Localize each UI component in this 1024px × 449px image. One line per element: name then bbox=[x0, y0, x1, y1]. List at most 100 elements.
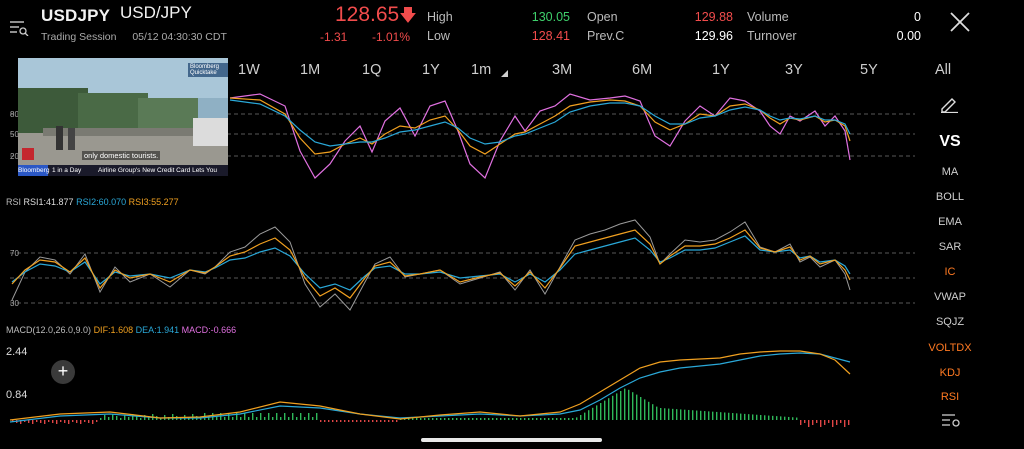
macd-bar bbox=[368, 420, 370, 422]
macd-bar bbox=[84, 420, 86, 422]
tab-1y[interactable]: 1Y bbox=[422, 62, 440, 78]
quote-label-prevc: Prev.C bbox=[587, 29, 625, 43]
macd-bar bbox=[656, 406, 658, 420]
macd-bar bbox=[836, 420, 838, 425]
macd-bar bbox=[828, 420, 830, 423]
macd-bar bbox=[428, 418, 430, 420]
macd-bar bbox=[80, 420, 82, 424]
macd-bar bbox=[664, 408, 666, 420]
macd-bar bbox=[628, 389, 630, 420]
quote-label-turnover: Turnover bbox=[747, 29, 797, 43]
macd-dea: DEA:1.941 bbox=[135, 325, 180, 335]
rsi-title: RSI bbox=[6, 197, 22, 207]
tab-6m[interactable]: 6M bbox=[632, 62, 652, 78]
macd-bar bbox=[444, 418, 446, 420]
indicator-ic[interactable]: IC bbox=[922, 266, 978, 278]
macd-bar bbox=[728, 412, 730, 420]
macd-bar bbox=[812, 420, 814, 425]
macd-bar bbox=[692, 410, 694, 420]
macd-bar bbox=[116, 416, 118, 420]
macd-bar bbox=[416, 418, 418, 420]
rsi1-line bbox=[11, 219, 851, 311]
macd-bar bbox=[376, 420, 378, 422]
settings-list-icon[interactable] bbox=[941, 413, 961, 429]
video-ticker-bar: Bloomberg 1 in a Day Airline Group's New… bbox=[18, 165, 228, 176]
macd-bar bbox=[748, 414, 750, 420]
video-ticker-1: 1 in a Day bbox=[52, 167, 82, 174]
macd-bar bbox=[232, 417, 234, 420]
indicator-ma[interactable]: MA bbox=[922, 166, 978, 178]
macd-bar bbox=[248, 417, 250, 420]
video-logo: Bloomberg Quicktake bbox=[188, 63, 228, 77]
macd-bar bbox=[268, 413, 270, 420]
macd-bar bbox=[288, 417, 290, 420]
macd-bar bbox=[472, 418, 474, 420]
macd-bar bbox=[128, 417, 130, 420]
add-indicator-button[interactable]: + bbox=[51, 360, 75, 384]
macd-bar bbox=[492, 418, 494, 420]
indicator-rsi[interactable]: RSI bbox=[922, 391, 978, 403]
macd-bar bbox=[68, 420, 70, 424]
macd-bar bbox=[436, 418, 438, 420]
tab-1y-long[interactable]: 1Y bbox=[712, 62, 730, 78]
macd-bar bbox=[652, 404, 654, 420]
trading-session: Trading Session 05/12 04:30:30 CDT bbox=[41, 31, 227, 43]
symbol-pair: USD/JPY bbox=[120, 3, 192, 22]
macd-bar bbox=[588, 410, 590, 420]
tab-3m[interactable]: 3M bbox=[552, 62, 572, 78]
macd-bar bbox=[544, 418, 546, 420]
quote-label-volume: Volume bbox=[747, 10, 789, 24]
macd-bar bbox=[104, 415, 106, 420]
indicator-voltdx[interactable]: VOLTDX bbox=[922, 342, 978, 354]
indicator-boll[interactable]: BOLL bbox=[922, 191, 978, 203]
rsi3-value: RSI3:55.277 bbox=[128, 197, 179, 207]
sort-corner-icon bbox=[501, 70, 508, 77]
video-pip[interactable]: only domestic tourists. Bloomberg Quickt… bbox=[18, 58, 228, 176]
tab-1min[interactable]: 1m bbox=[471, 62, 491, 78]
tab-all[interactable]: All bbox=[935, 62, 951, 78]
macd-bar bbox=[332, 420, 334, 422]
macd-bar bbox=[44, 420, 46, 424]
macd-bar bbox=[284, 413, 286, 420]
macd-bar bbox=[592, 407, 594, 420]
tab-5y[interactable]: 5Y bbox=[860, 62, 878, 78]
indicator-kdj[interactable]: KDJ bbox=[922, 367, 978, 379]
macd-bar bbox=[644, 399, 646, 420]
home-indicator[interactable] bbox=[421, 438, 602, 442]
macd-bar bbox=[56, 420, 58, 424]
macd-bar bbox=[768, 415, 770, 420]
macd-bar bbox=[92, 420, 94, 424]
tab-1w[interactable]: 1W bbox=[238, 62, 260, 78]
macd-bar bbox=[672, 408, 674, 420]
indicator-sqjz[interactable]: SQJZ bbox=[922, 316, 978, 328]
last-price: 128.65🡇 bbox=[335, 3, 417, 32]
tab-3y[interactable]: 3Y bbox=[785, 62, 803, 78]
macd-bar bbox=[272, 417, 274, 420]
rsi3-line bbox=[11, 229, 851, 299]
indicator-sar[interactable]: SAR bbox=[922, 241, 978, 253]
quote-value-open: 129.88 bbox=[694, 10, 733, 24]
macd-bar bbox=[448, 418, 450, 420]
rsi-tick-30: 30 bbox=[10, 299, 19, 308]
indicator-ema[interactable]: EMA bbox=[922, 216, 978, 228]
macd-bar bbox=[484, 418, 486, 420]
indicator-vwap[interactable]: VWAP bbox=[922, 291, 978, 303]
macd-bar bbox=[724, 412, 726, 420]
tab-1q[interactable]: 1Q bbox=[362, 62, 381, 78]
macd-bar bbox=[624, 388, 626, 420]
macd-bar bbox=[532, 418, 534, 420]
vs-button[interactable]: VS bbox=[922, 133, 978, 151]
close-icon[interactable] bbox=[948, 10, 972, 34]
pencil-icon[interactable] bbox=[938, 93, 960, 113]
menu-list-icon[interactable] bbox=[9, 20, 29, 36]
macd-panel[interactable] bbox=[0, 340, 920, 432]
macd-bar bbox=[496, 418, 498, 420]
macd-bar bbox=[560, 418, 562, 420]
tab-1m[interactable]: 1M bbox=[300, 62, 320, 78]
rsi2-value: RSI2:60.070 bbox=[76, 197, 127, 207]
rsi-panel[interactable]: 70 30 bbox=[0, 212, 920, 312]
macd-bar bbox=[832, 420, 834, 427]
macd-bar bbox=[280, 417, 282, 420]
macd-bar bbox=[756, 414, 758, 420]
macd-bar bbox=[564, 418, 566, 420]
